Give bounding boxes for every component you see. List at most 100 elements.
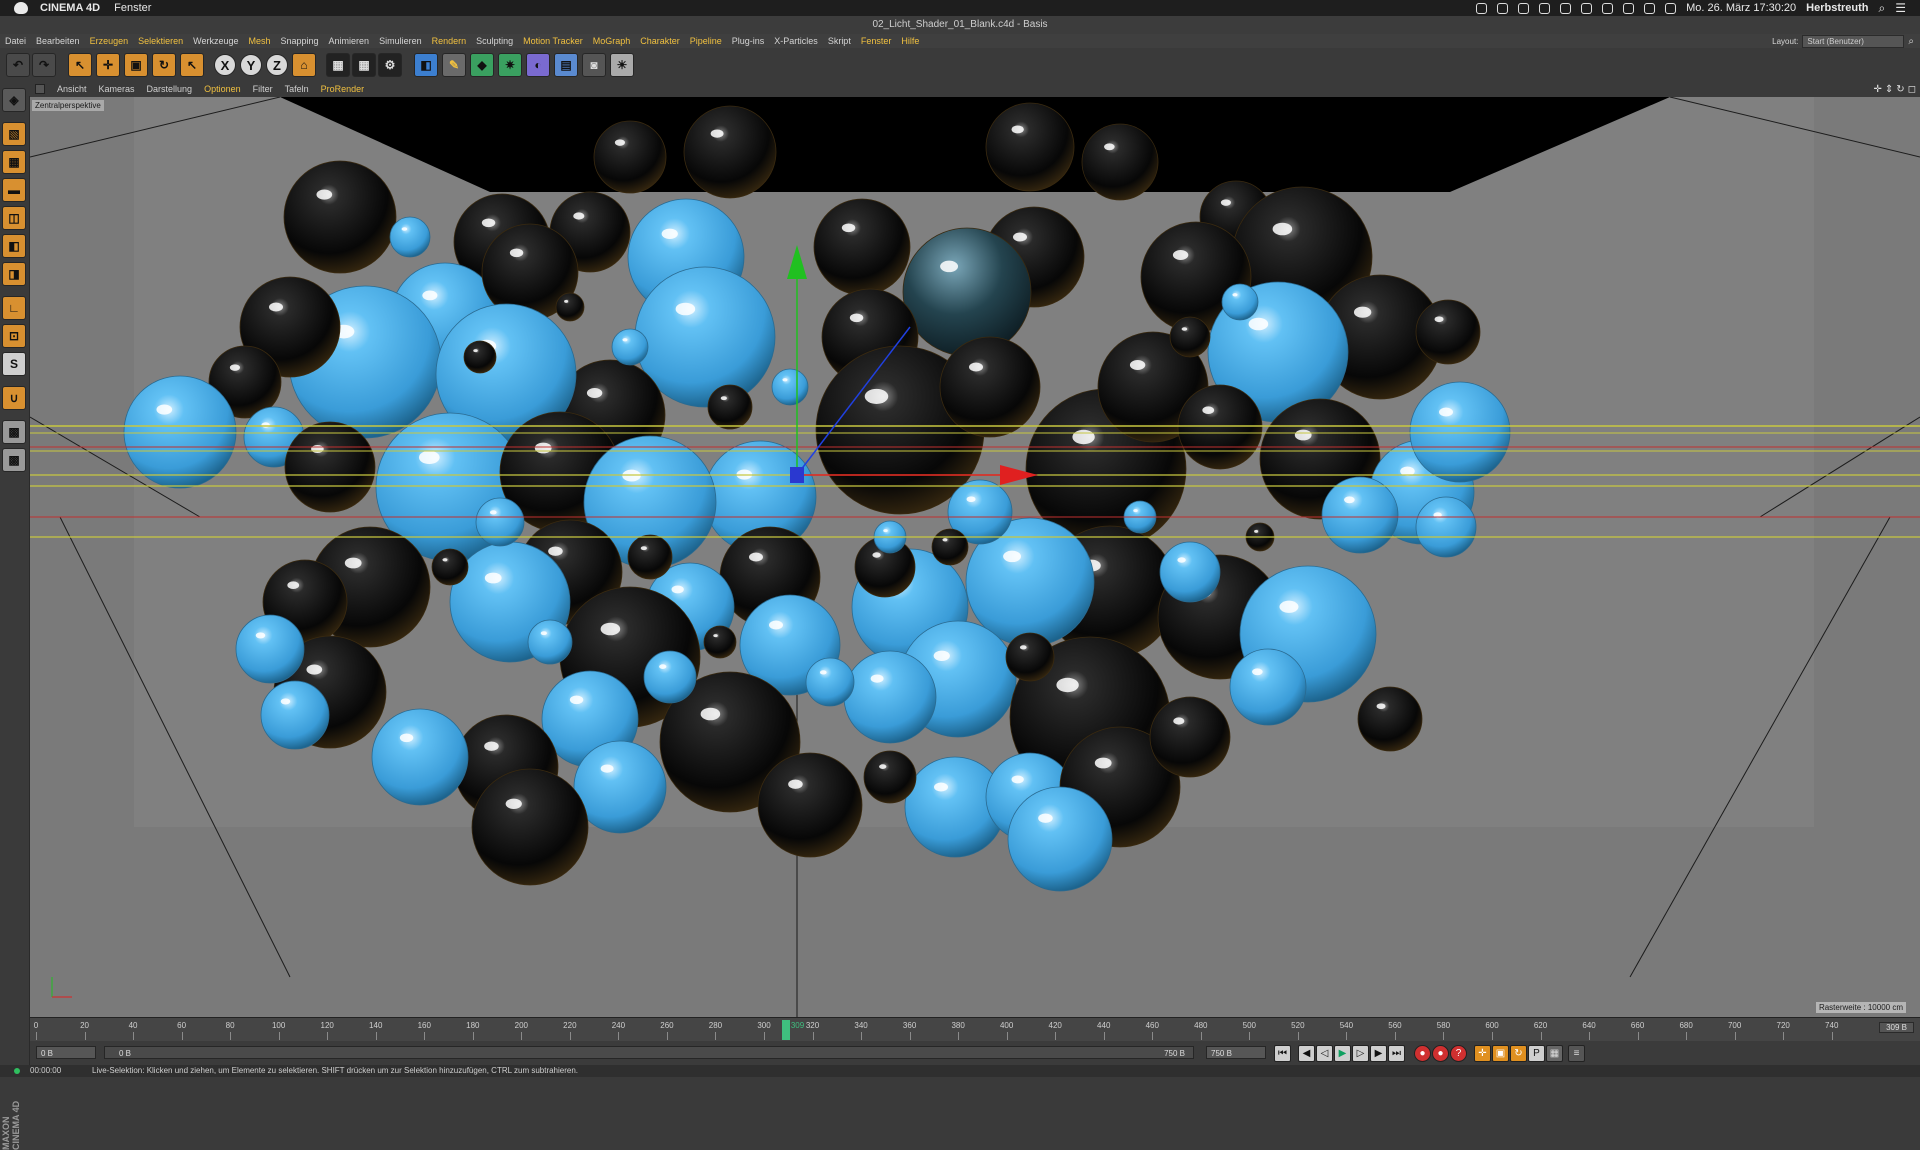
menu-item[interactable]: Rendern (427, 36, 472, 46)
key-pla-icon[interactable]: ▦ (1546, 1045, 1563, 1062)
light-icon[interactable]: ☀ (610, 53, 634, 77)
playhead[interactable] (781, 1020, 790, 1040)
end-frame-field[interactable]: 309 B (1879, 1022, 1914, 1033)
pan-icon[interactable]: ✛ (1874, 84, 1882, 95)
deformer-icon[interactable]: ◐ (526, 53, 550, 77)
axis-mode-icon[interactable]: ∟ (2, 296, 26, 320)
current-frame-field[interactable]: 0 B (36, 1046, 96, 1059)
make-editable-icon[interactable]: ◈ (2, 88, 26, 112)
blue-sphere[interactable] (1159, 541, 1221, 603)
blue-sphere[interactable] (527, 619, 573, 665)
axis-x-button[interactable]: X (214, 54, 236, 76)
menu-item[interactable]: MoGraph (588, 36, 636, 46)
black-sphere[interactable] (931, 528, 969, 566)
black-sphere[interactable] (985, 102, 1075, 192)
black-sphere[interactable] (757, 752, 863, 858)
key-position-icon[interactable]: ✛ (1474, 1045, 1491, 1062)
black-sphere[interactable] (1149, 696, 1231, 778)
timeline[interactable]: 0 20 40 60 80 100 120 140 160 180 200 220 240 260 280 3… (30, 1017, 1920, 1042)
menu-item[interactable]: Bearbeiten (31, 36, 85, 46)
points-mode-icon[interactable]: ◫ (2, 206, 26, 230)
menu-item[interactable]: Mesh (243, 36, 275, 46)
timemachine-icon[interactable] (1581, 2, 1593, 14)
bluetooth-icon[interactable] (1602, 2, 1614, 14)
next-frame-icon[interactable]: ▷ (1352, 1045, 1369, 1062)
blue-sphere[interactable] (1221, 283, 1259, 321)
menu-item[interactable]: Erzeugen (85, 36, 134, 46)
layout-dropdown[interactable]: Start (Benutzer) (1802, 34, 1905, 48)
key-parameter-icon[interactable]: P (1528, 1045, 1545, 1062)
cloner-icon[interactable]: ✷ (498, 53, 522, 77)
menu-item[interactable]: Simulieren (374, 36, 427, 46)
blue-sphere[interactable] (1415, 496, 1477, 558)
black-sphere[interactable] (463, 340, 497, 374)
black-sphere[interactable] (1005, 632, 1055, 682)
menu-item[interactable]: Datei (0, 36, 31, 46)
black-sphere[interactable] (707, 384, 753, 430)
autokey-icon[interactable]: ● (1432, 1045, 1449, 1062)
axis-y-button[interactable]: Y (240, 54, 262, 76)
range-slider[interactable]: 0 B 750 B (104, 1046, 1194, 1059)
menu-item[interactable]: Selektieren (133, 36, 188, 46)
viewport-menu-item[interactable]: Kameras (93, 84, 141, 94)
key-rotation-icon[interactable]: ↻ (1510, 1045, 1527, 1062)
apple-icon[interactable] (14, 2, 28, 14)
goto-end-icon[interactable]: ⏭ (1388, 1045, 1405, 1062)
record-keys-icon[interactable]: ● (1414, 1045, 1431, 1062)
viewport-menu-item[interactable]: Optionen (198, 84, 247, 94)
blue-sphere[interactable] (805, 657, 855, 707)
redo-icon[interactable]: ↷ (32, 53, 56, 77)
menu-item[interactable]: Plug-ins (727, 36, 770, 46)
black-sphere[interactable] (284, 421, 376, 513)
blue-sphere[interactable] (260, 680, 330, 750)
blue-sphere[interactable] (123, 375, 237, 489)
floor-icon[interactable]: ▤ (554, 53, 578, 77)
menu-item[interactable]: Snapping (276, 36, 324, 46)
move-icon[interactable]: ✛ (96, 53, 120, 77)
pen-spline-icon[interactable]: ✎ (442, 53, 466, 77)
app-name-menu[interactable]: CINEMA 4D (40, 2, 100, 14)
black-sphere[interactable] (555, 292, 585, 322)
black-sphere[interactable] (1177, 384, 1263, 470)
blue-sphere[interactable] (611, 328, 649, 366)
blue-sphere[interactable] (843, 650, 937, 744)
render-settings-icon[interactable]: ⚙ (378, 53, 402, 77)
black-sphere[interactable] (471, 768, 589, 886)
texture-mode-icon[interactable]: ▦ (2, 150, 26, 174)
key-selection-icon[interactable]: ? (1450, 1045, 1467, 1062)
prev-frame-icon[interactable]: ◁ (1316, 1045, 1333, 1062)
black-sphere[interactable] (813, 198, 911, 296)
viewport-menu-item[interactable]: Filter (247, 84, 279, 94)
viewport[interactable] (30, 97, 1920, 1017)
spotlight-icon[interactable]: ⌕ (1879, 1, 1886, 16)
black-sphere[interactable] (627, 534, 673, 580)
black-sphere[interactable] (939, 336, 1041, 438)
model-mode-icon[interactable]: ▧ (2, 122, 26, 146)
scene-render[interactable] (30, 97, 1920, 1017)
black-sphere[interactable] (683, 105, 777, 199)
lock-workplane-icon[interactable]: ▩ (2, 420, 26, 444)
subdivision-surface-icon[interactable]: ◆ (470, 53, 494, 77)
blue-sphere[interactable] (475, 497, 525, 547)
rotate-icon[interactable]: ↻ (152, 53, 176, 77)
search-icon[interactable]: ⌕ (1908, 36, 1914, 47)
planar-workplane-icon[interactable]: ▩ (2, 448, 26, 472)
zoom-icon[interactable]: ⇕ (1885, 84, 1893, 95)
prev-key-icon[interactable]: ◀ (1298, 1045, 1315, 1062)
battery-icon[interactable] (1665, 2, 1677, 14)
menu-item[interactable]: Sculpting (471, 36, 518, 46)
dropbox-icon[interactable] (1539, 2, 1551, 14)
viewport-menu-item[interactable]: ProRender (315, 84, 371, 94)
toggle-views-icon[interactable]: ◻ (1908, 84, 1916, 95)
scheme-icon[interactable]: ≡ (1568, 1045, 1585, 1062)
black-sphere[interactable] (1081, 123, 1159, 201)
camera-icon[interactable]: ◙ (582, 53, 606, 77)
black-sphere[interactable] (1415, 299, 1481, 365)
viewport-menu-item[interactable]: Darstellung (141, 84, 199, 94)
viewport-menu-item[interactable]: Ansicht (51, 84, 93, 94)
blue-sphere[interactable] (389, 216, 431, 258)
user-name[interactable]: Herbstreuth (1806, 2, 1868, 14)
mac-menu-fenster[interactable]: Fenster (114, 2, 151, 14)
location-icon[interactable] (1518, 2, 1530, 14)
menu-item[interactable]: Werkzeuge (188, 36, 243, 46)
